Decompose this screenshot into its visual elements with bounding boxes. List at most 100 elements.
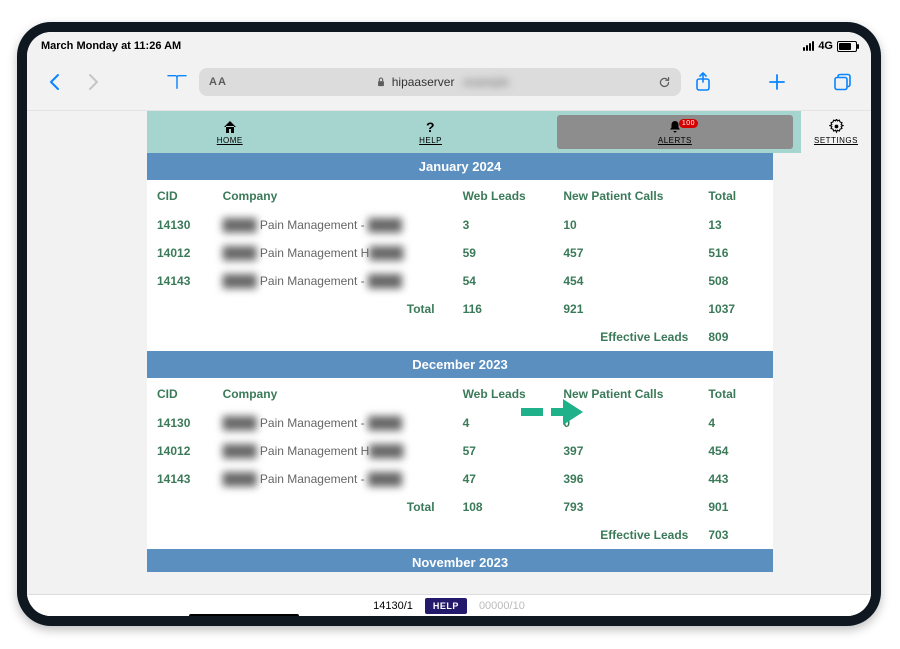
address-bar[interactable]: AA hipaaserver .example [199, 68, 681, 96]
tabs-button[interactable] [827, 68, 859, 96]
effective-row: Effective Leads 809 [147, 323, 773, 351]
col-company: Company [213, 378, 453, 409]
month-header: January 2024 [147, 153, 773, 180]
cell-new: 0 [553, 409, 698, 437]
totals-new: 921 [553, 295, 698, 323]
col-total: Total [698, 378, 773, 409]
totals-row: Total 108 793 901 [147, 493, 773, 521]
effective-label: Effective Leads [553, 323, 698, 351]
cell-total: 516 [698, 239, 773, 267]
cell-new: 396 [553, 465, 698, 493]
cell-total: 443 [698, 465, 773, 493]
cell-web: 4 [453, 409, 554, 437]
month-header: December 2023 [147, 351, 773, 378]
alerts-badge: 100 [679, 119, 698, 128]
cell-total: 454 [698, 437, 773, 465]
effective-label: Effective Leads [553, 521, 698, 549]
nav-settings-label: SETTINGS [814, 136, 858, 145]
lock-icon [376, 77, 386, 87]
cell-company: ████ Pain Management - ████ [213, 267, 453, 295]
cell-total: 13 [698, 211, 773, 239]
totals-total: 1037 [698, 295, 773, 323]
cell-company: ████ Pain Management - ████ [213, 465, 453, 493]
totals-web: 108 [453, 493, 554, 521]
nav-help[interactable]: ? HELP [312, 111, 548, 153]
table-row: 14143 ████ Pain Management - ████ 54 454… [147, 267, 773, 295]
cell-new: 457 [553, 239, 698, 267]
cell-web: 3 [453, 211, 554, 239]
share-button[interactable] [687, 68, 719, 96]
cell-cid: 14143 [147, 465, 213, 493]
app-nav: HOME ? HELP 100 ALERTS [147, 111, 871, 153]
nav-home-label: HOME [217, 136, 243, 145]
cell-new: 397 [553, 437, 698, 465]
col-new: New Patient Calls [553, 180, 698, 211]
cell-cid: 14012 [147, 437, 213, 465]
status-bar: March Monday at 11:26 AM 4G [27, 32, 871, 58]
col-cid: CID [147, 180, 213, 211]
cell-company: ████ Pain Management H████ [213, 437, 453, 465]
cell-new: 454 [553, 267, 698, 295]
totals-new: 793 [553, 493, 698, 521]
question-icon: ? [426, 120, 435, 134]
cell-company: ████ Pain Management - ████ [213, 409, 453, 437]
col-company: Company [213, 180, 453, 211]
leads-table: CID Company Web Leads New Patient Calls … [147, 180, 773, 351]
totals-label: Total [213, 493, 453, 521]
gear-icon [829, 119, 844, 134]
back-button[interactable] [39, 68, 71, 96]
col-total: Total [698, 180, 773, 211]
cell-cid: 14130 [147, 211, 213, 239]
footer-help-button[interactable]: HELP [425, 598, 467, 614]
status-clock: March Monday at 11:26 AM [41, 40, 181, 52]
month-header: November 2023 [147, 549, 773, 572]
col-web: Web Leads [453, 180, 554, 211]
nav-alerts-label: ALERTS [658, 136, 692, 145]
table-row: 14012 ████ Pain Management H████ 57 397 … [147, 437, 773, 465]
cell-company: ████ Pain Management - ████ [213, 211, 453, 239]
cell-cid: 14012 [147, 239, 213, 267]
safari-toolbar: AA hipaaserver .example [27, 58, 871, 111]
footer-left: 14130/1 [373, 600, 413, 612]
nav-help-label: HELP [419, 136, 442, 145]
cell-total: 508 [698, 267, 773, 295]
signal-icon [803, 41, 814, 51]
reader-aa-icon[interactable]: AA [209, 76, 227, 88]
ipad-frame: March Monday at 11:26 AM 4G AA [17, 22, 881, 626]
table-row: 14130 ████ Pain Management - ████ 3 10 1… [147, 211, 773, 239]
cell-web: 47 [453, 465, 554, 493]
col-cid: CID [147, 378, 213, 409]
status-right: 4G [803, 40, 857, 52]
leads-table: CID Company Web Leads New Patient Calls … [147, 378, 773, 549]
cell-cid: 14143 [147, 267, 213, 295]
nav-settings[interactable]: SETTINGS [801, 111, 871, 153]
left-gutter [27, 153, 147, 572]
battery-icon [837, 41, 857, 52]
reload-button[interactable] [658, 76, 671, 89]
cell-web: 57 [453, 437, 554, 465]
forward-button[interactable] [77, 68, 109, 96]
table-header-row: CID Company Web Leads New Patient Calls … [147, 378, 773, 409]
cell-total: 4 [698, 409, 773, 437]
table-row: 14012 ████ Pain Management H████ 59 457 … [147, 239, 773, 267]
totals-label: Total [213, 295, 453, 323]
table-row: 14143 ████ Pain Management - ████ 47 396… [147, 465, 773, 493]
network-label: 4G [818, 40, 833, 52]
nav-home[interactable]: HOME [147, 111, 312, 153]
effective-value: 809 [698, 323, 773, 351]
col-web: Web Leads [453, 378, 554, 409]
address-domain: hipaaserver [392, 75, 455, 89]
totals-row: Total 116 921 1037 [147, 295, 773, 323]
new-tab-button[interactable] [761, 68, 793, 96]
col-new: New Patient Calls [553, 378, 698, 409]
page-content: HOME ? HELP 100 ALERTS [27, 111, 871, 616]
home-icon [222, 120, 238, 134]
footer-bar: 14130/1 HELP 00000/10 [27, 594, 871, 616]
bookmarks-button[interactable] [161, 68, 193, 96]
leads-panel: January 2024 CID Company Web Leads New P… [147, 153, 773, 572]
nav-alerts[interactable]: 100 ALERTS [557, 115, 793, 149]
effective-value: 703 [698, 521, 773, 549]
cell-new: 10 [553, 211, 698, 239]
address-domain-redacted: .example [460, 75, 509, 89]
table-header-row: CID Company Web Leads New Patient Calls … [147, 180, 773, 211]
